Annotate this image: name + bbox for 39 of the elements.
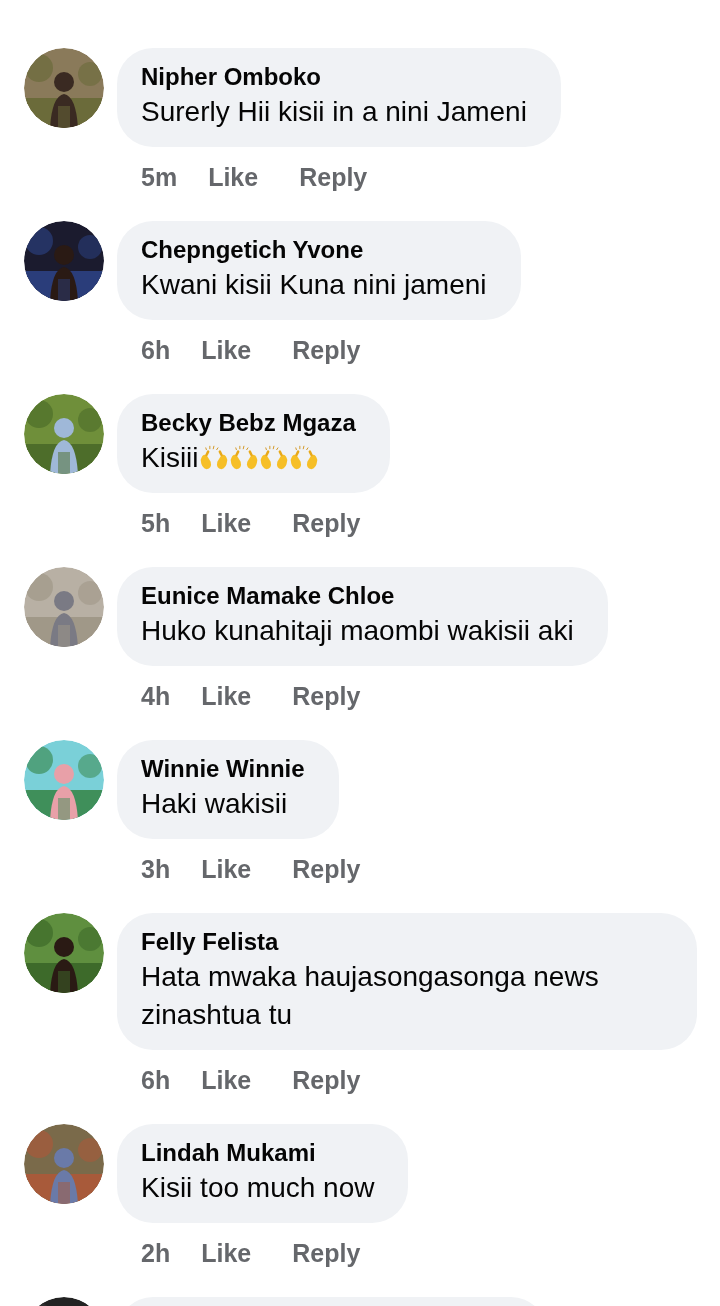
like-link[interactable]: Like	[201, 855, 252, 884]
raising-hands-icon	[258, 445, 289, 470]
comment-text: Kisiii	[141, 439, 356, 477]
like-link[interactable]: Like	[201, 336, 252, 365]
comment-text: Huko kunahitaji maombi wakisii aki	[141, 614, 574, 648]
timestamp: 6h	[141, 336, 171, 365]
timestamp: 6h	[141, 1066, 171, 1095]
raising-hands-icon	[288, 445, 319, 470]
author-name[interactable]: Felly Felista	[141, 926, 663, 958]
like-link[interactable]: Like	[208, 163, 259, 192]
comment-text: Kisii too much now	[141, 1171, 375, 1205]
like-link[interactable]: Like	[201, 682, 252, 711]
timestamp: 4h	[141, 682, 171, 711]
timestamp: 3h	[141, 855, 171, 884]
comment-text: Hata mwaka haujasongasonga news zinashtua tu	[141, 960, 600, 1032]
reply-link[interactable]: Reply	[292, 509, 361, 538]
reply-link[interactable]: Reply	[299, 163, 368, 192]
comment-text: Haki wakisii	[141, 787, 289, 821]
timestamp: 5m	[141, 163, 178, 192]
reply-link[interactable]: Reply	[292, 1239, 361, 1268]
author-name[interactable]: Winnie Winnie	[141, 753, 305, 785]
comment-text: Kwani kisii Kuna nini jameni	[141, 268, 487, 302]
author-name[interactable]: Eunice Mamake Chloe	[141, 580, 574, 612]
reply-link[interactable]: Reply	[292, 682, 361, 711]
like-link[interactable]: Like	[201, 1239, 252, 1268]
raising-hands-icon	[198, 445, 229, 470]
reply-link[interactable]: Reply	[292, 1066, 361, 1095]
like-link[interactable]: Like	[201, 1066, 252, 1095]
timestamp: 5h	[141, 509, 171, 538]
reply-link[interactable]: Reply	[292, 855, 361, 884]
reply-link[interactable]: Reply	[292, 336, 361, 365]
author-name[interactable]: Lindah Mukami	[141, 1137, 375, 1169]
author-name[interactable]: Nipher Omboko	[141, 61, 527, 93]
comment-text: Surerly Hii kisii in a nini Jameni	[141, 95, 527, 129]
like-link[interactable]: Like	[201, 509, 252, 538]
raising-hands-icon	[228, 445, 259, 470]
author-name[interactable]: Chepngetich Yvone	[141, 234, 487, 266]
timestamp: 2h	[141, 1239, 171, 1268]
author-name[interactable]: Becky Bebz Mgaza	[141, 407, 356, 439]
